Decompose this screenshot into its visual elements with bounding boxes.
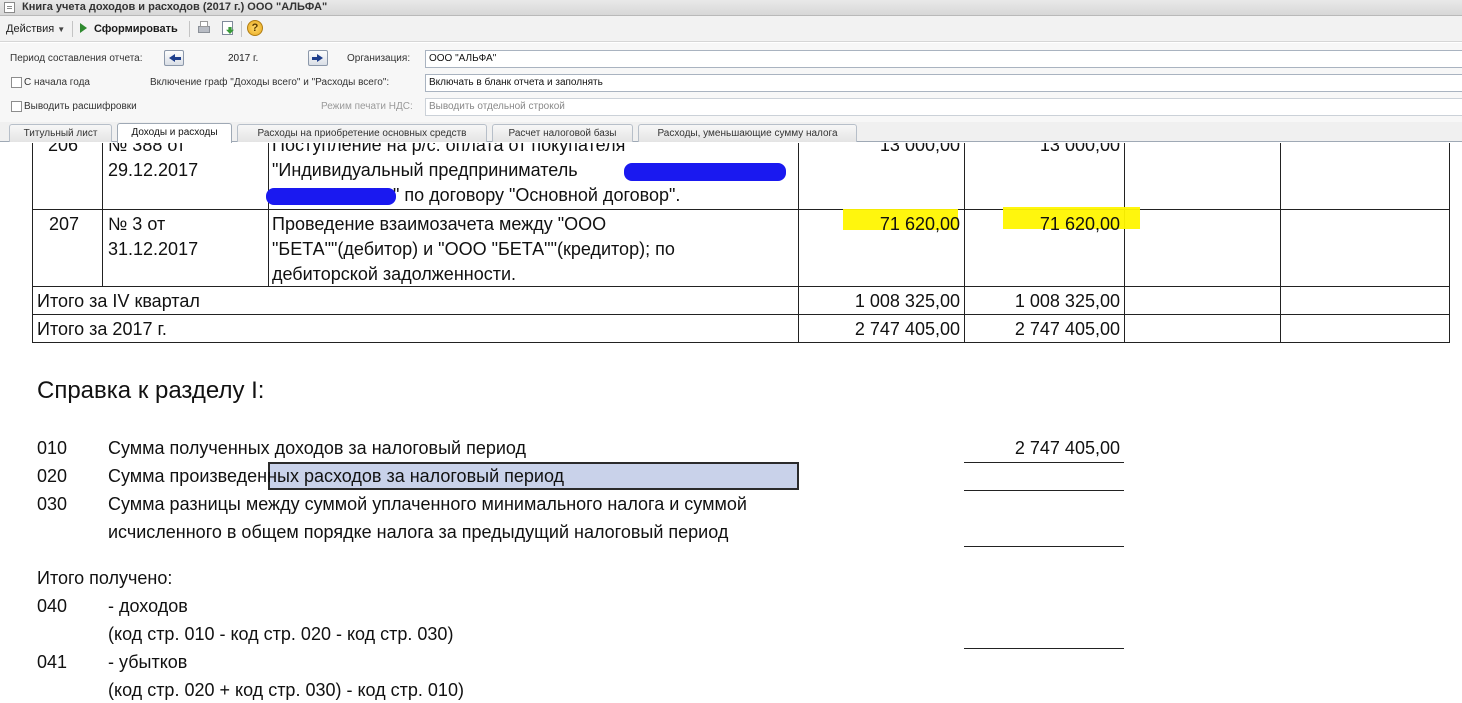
- table-border: [32, 209, 1450, 210]
- table-border: [1280, 143, 1281, 343]
- document-icon: [4, 2, 15, 13]
- table-border: [964, 143, 965, 343]
- from-start-checkbox[interactable]: [11, 77, 22, 88]
- table-border: [1449, 143, 1450, 343]
- table-border: [798, 143, 799, 343]
- line-code: 040: [37, 596, 68, 616]
- report-document: 206 № 388 от 29.12.2017 Поступление на р…: [0, 143, 1462, 703]
- chevron-down-icon: ▼: [57, 25, 66, 34]
- period-value: 2017 г.: [228, 53, 259, 64]
- toolbar: Действия ▼ Сформировать ?: [0, 16, 1462, 42]
- show-details-label: Выводить расшифровки: [24, 101, 137, 112]
- row-taxable-income: 71 620,00: [1039, 214, 1120, 234]
- generate-label: Сформировать: [94, 23, 178, 35]
- line-text: Сумма разницы между суммой уплаченного м…: [108, 494, 747, 514]
- period-label: Период составления отчета:: [10, 53, 143, 64]
- table-border: [32, 286, 1450, 287]
- table-border: [32, 143, 33, 343]
- actions-menu-button[interactable]: Действия ▼: [6, 20, 65, 38]
- table-border: [32, 314, 1450, 315]
- value-underline: [964, 546, 1124, 547]
- line-text: - убытков: [108, 652, 188, 672]
- table-border: [268, 143, 269, 286]
- row-number: 207: [49, 214, 80, 234]
- include-columns-select[interactable]: Включать в бланк отчета и заполнять: [425, 74, 1462, 92]
- tab-tax-base[interactable]: Расчет налоговой базы: [492, 124, 633, 142]
- row-document-date: 29.12.2017: [108, 160, 199, 180]
- generate-button[interactable]: Сформировать: [80, 20, 178, 38]
- value-underline: [964, 648, 1124, 649]
- toolbar-divider: [189, 21, 190, 37]
- actions-label: Действия: [6, 23, 55, 35]
- show-details-checkbox[interactable]: [11, 101, 22, 112]
- redaction-mark: [624, 163, 786, 181]
- period-prev-button[interactable]: [164, 50, 184, 66]
- line-text: - доходов: [108, 596, 188, 616]
- row-income: 71 620,00: [879, 214, 960, 234]
- table-border: [1124, 143, 1125, 343]
- row-description: " по договору "Основной договор".: [393, 185, 681, 205]
- report-settings-form: Период составления отчета: 2017 г. Орган…: [0, 43, 1462, 122]
- vat-mode-select[interactable]: Выводить отдельной строкой: [425, 98, 1462, 116]
- value-underline: [964, 462, 1124, 463]
- row-description: Проведение взаимозачета между "ООО: [272, 214, 607, 234]
- toolbar-divider: [241, 21, 242, 37]
- row-income: 13 000,00: [879, 143, 960, 155]
- total-income: 2 747 405,00: [854, 319, 960, 339]
- total-received-label: Итого получено:: [37, 568, 173, 588]
- arrow-right-icon: [317, 54, 323, 62]
- row-number: 206: [48, 143, 79, 155]
- vat-mode-label: Режим печати НДС:: [321, 101, 413, 112]
- print-icon[interactable]: [196, 20, 212, 36]
- section-heading: Справка к разделу I:: [37, 377, 265, 404]
- total-label: Итого за IV квартал: [37, 291, 200, 311]
- total-income: 1 008 325,00: [854, 291, 960, 311]
- period-next-button[interactable]: [308, 50, 328, 66]
- tab-strip: Титульный лист Доходы и расходы Расходы …: [0, 122, 1462, 143]
- play-icon: [80, 23, 87, 33]
- row-document: № 3 от: [108, 214, 166, 234]
- total-label: Итого за 2017 г.: [37, 319, 167, 339]
- organization-field[interactable]: ООО "АЛЬФА": [425, 50, 1462, 68]
- row-description: Поступление на р/с: оплата от покупателя: [272, 143, 626, 155]
- total-taxable-income: 1 008 325,00: [1014, 291, 1120, 311]
- line-text: Сумма произведенных расходов за налоговы…: [108, 466, 565, 486]
- help-icon[interactable]: ?: [247, 20, 263, 36]
- line-code: 020: [37, 466, 68, 486]
- value-underline: [964, 490, 1124, 491]
- row-document: № 388 от: [108, 143, 186, 155]
- include-columns-label: Включение граф "Доходы всего" и "Расходы…: [150, 77, 390, 88]
- line-code: 041: [37, 652, 68, 672]
- line-value: 2 747 405,00: [1014, 438, 1120, 458]
- line-code: 010: [37, 438, 68, 458]
- tab-fixed-assets[interactable]: Расходы на приобретение основных средств: [237, 124, 487, 142]
- line-text: исчисленного в общем порядке налога за п…: [108, 522, 729, 542]
- line-formula: (код стр. 020 + код стр. 030) - код стр.…: [108, 680, 464, 700]
- redaction-mark: [266, 188, 396, 205]
- tab-title-page[interactable]: Титульный лист: [9, 124, 112, 142]
- table-border: [32, 342, 1450, 343]
- from-start-label: С начала года: [24, 77, 90, 88]
- table-border: [102, 143, 103, 286]
- window-title: Книга учета доходов и расходов (2017 г.)…: [22, 1, 328, 13]
- organization-label: Организация:: [347, 53, 411, 64]
- line-text: Сумма полученных доходов за налоговый пе…: [108, 438, 527, 458]
- row-description: "БЕТА""(дебитор) и "ООО "БЕТА""(кредитор…: [272, 239, 675, 259]
- tab-tax-reducing-expenses[interactable]: Расходы, уменьшающие сумму налога: [638, 124, 857, 142]
- row-document-date: 31.12.2017: [108, 239, 199, 259]
- toolbar-divider: [72, 21, 73, 37]
- tab-income-expenses[interactable]: Доходы и расходы: [117, 123, 232, 143]
- line-code: 030: [37, 494, 68, 514]
- total-taxable-income: 2 747 405,00: [1014, 319, 1120, 339]
- line-formula: (код стр. 010 - код стр. 020 - код стр. …: [108, 624, 454, 644]
- row-description: "Индивидуальный предприниматель: [272, 160, 578, 180]
- window-title-bar: Книга учета доходов и расходов (2017 г.)…: [0, 0, 1462, 16]
- row-description: дебиторской задолженности.: [272, 264, 517, 284]
- save-file-icon[interactable]: [220, 20, 236, 36]
- row-taxable-income: 13 000,00: [1039, 143, 1120, 155]
